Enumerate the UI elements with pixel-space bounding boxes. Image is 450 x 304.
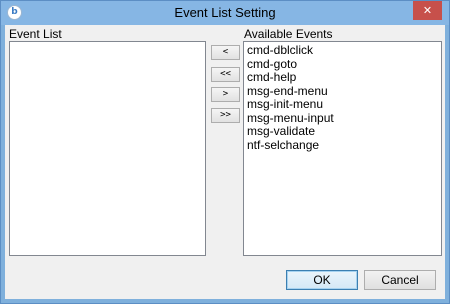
list-item[interactable]: msg-validate (247, 124, 441, 139)
close-icon: ✕ (422, 4, 433, 17)
event-list-setting-window: b Event List Setting ✕ Event List Availa… (0, 0, 450, 304)
cancel-button[interactable]: Cancel (364, 270, 436, 290)
list-item[interactable]: msg-end-menu (247, 84, 441, 99)
remove-event-button[interactable]: > (211, 87, 240, 102)
list-item[interactable]: msg-menu-input (247, 111, 441, 126)
list-item[interactable]: cmd-help (247, 70, 441, 85)
available-events-list[interactable]: cmd-dblclick cmd-goto cmd-help msg-end-m… (243, 41, 442, 256)
list-item[interactable]: cmd-goto (247, 57, 441, 72)
event-list-box[interactable] (9, 41, 206, 256)
close-button[interactable]: ✕ (413, 1, 442, 20)
available-events-label: Available Events (244, 27, 333, 41)
remove-all-events-button[interactable]: >> (211, 108, 240, 123)
list-item[interactable]: msg-init-menu (247, 97, 441, 112)
add-event-button[interactable]: < (211, 45, 240, 60)
add-all-events-button[interactable]: << (211, 67, 240, 82)
list-item[interactable]: ntf-selchange (247, 138, 441, 153)
event-list-label: Event List (9, 27, 62, 41)
window-title: Event List Setting (174, 5, 276, 20)
ok-button[interactable]: OK (286, 270, 358, 290)
title-bar[interactable]: b Event List Setting ✕ (1, 1, 449, 25)
list-item[interactable]: cmd-dblclick (247, 43, 441, 58)
dialog-body: Event List Available Events cmd-dblclick… (5, 25, 445, 299)
